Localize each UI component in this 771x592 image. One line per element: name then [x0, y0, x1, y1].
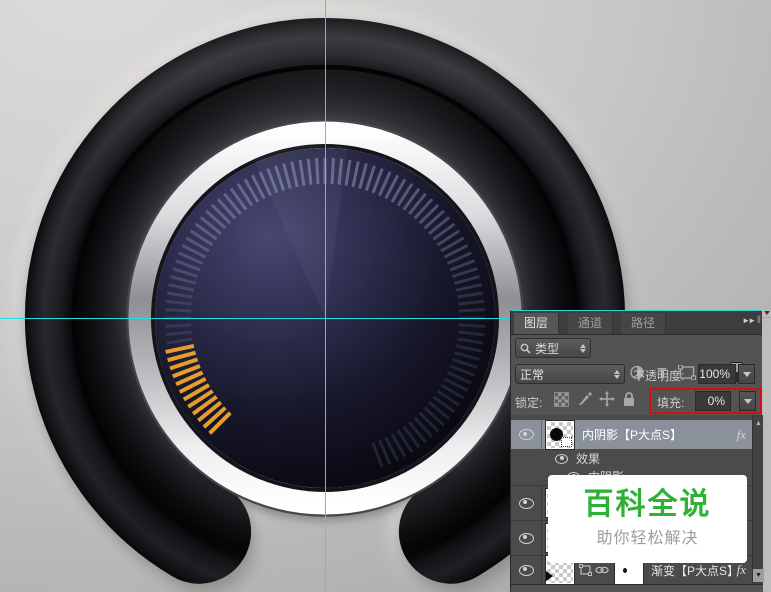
mask-dot — [623, 568, 627, 573]
link-chain-icon[interactable] — [595, 565, 609, 575]
blend-mode-dropdown[interactable]: 正常 — [515, 364, 625, 384]
tab-layers[interactable]: 图层 — [514, 313, 560, 334]
panel-divider-icon: ‖ — [756, 315, 761, 326]
updown-icon — [580, 343, 586, 353]
search-icon — [520, 343, 531, 354]
list-scrollbar[interactable]: ▲ ▼ — [752, 415, 764, 584]
layer-name: 内阴影【P大点S】 — [582, 428, 683, 442]
tab-channels[interactable]: 通道 — [568, 313, 614, 334]
effects-row[interactable]: 效果 — [511, 449, 752, 468]
blend-row: 正常 不透明度: 100% — [511, 361, 762, 387]
fill-label: 填充: — [657, 396, 685, 410]
fx-badge[interactable]: fx — [737, 427, 746, 443]
horizontal-guide-fragment — [762, 317, 771, 318]
eye-icon — [518, 429, 534, 440]
lock-label: 锁定: — [515, 396, 543, 410]
lock-position-move-icon[interactable] — [599, 391, 615, 407]
vector-mask-badge — [561, 436, 572, 447]
lock-paint-brush-icon[interactable] — [577, 391, 593, 407]
opacity-caret-button[interactable] — [738, 364, 755, 384]
canvas-strip — [762, 310, 771, 592]
vertical-guide — [325, 0, 326, 592]
chevron-down-icon[interactable] — [764, 311, 770, 315]
fill-caret-button[interactable] — [739, 391, 756, 411]
visibility-cell[interactable] — [511, 521, 542, 555]
tab-paths[interactable]: 路径 — [621, 313, 667, 334]
layer-thumbnail[interactable] — [545, 419, 575, 450]
fill-highlight-box: 填充: 0% — [649, 388, 762, 414]
panel-footer — [511, 584, 763, 592]
opacity-label: 不透明度: — [633, 369, 685, 383]
panel-collapse-icon[interactable]: ►► — [742, 316, 756, 325]
fill-value[interactable]: 0% — [695, 391, 731, 411]
eye-icon — [518, 564, 534, 576]
clip-arrow-icon — [546, 571, 553, 581]
vector-mask-icon[interactable] — [579, 564, 592, 576]
chevron-down-icon — [743, 398, 752, 404]
fx-badge[interactable]: fx — [737, 562, 746, 578]
lock-all-icon[interactable] — [622, 391, 636, 407]
updown-icon — [614, 369, 620, 379]
blend-mode-value: 正常 — [520, 367, 545, 382]
lock-row: 锁定: 填充: 0% — [511, 387, 762, 415]
eye-icon[interactable] — [555, 453, 568, 464]
photoshop-workspace: 图层 通道 路径 ►► ‖ 类型 T 正常 不透明度: 100% 锁定: 填充:… — [0, 0, 771, 592]
lock-transparency-icon[interactable] — [554, 392, 569, 407]
scroll-down-button[interactable]: ▼ — [753, 569, 764, 582]
filter-type-label: 类型 — [535, 341, 560, 356]
panel-tab-bar: 图层 通道 路径 ►► ‖ — [511, 311, 762, 335]
effects-label: 效果 — [576, 452, 601, 466]
scroll-up-button[interactable]: ▲ — [753, 417, 764, 430]
layer-row-inner-shadow[interactable]: 内阴影【P大点S】 fx — [511, 419, 752, 450]
visibility-cell[interactable] — [511, 486, 542, 520]
opacity-value[interactable]: 100% — [698, 364, 736, 384]
filter-type-dropdown[interactable]: 类型 — [515, 338, 591, 358]
watermark-title: 百科全说 — [583, 488, 712, 521]
eye-icon — [518, 532, 534, 544]
watermark-subtitle: 助你轻松解决 — [596, 530, 699, 547]
chevron-down-icon — [742, 371, 751, 377]
filter-row: 类型 T — [511, 335, 762, 382]
visibility-cell[interactable] — [511, 556, 542, 584]
layer-name: 渐变【P大点S】 — [651, 563, 740, 578]
visibility-cell[interactable] — [511, 420, 542, 449]
watermark: 百科全说 助你轻松解决 — [548, 475, 747, 563]
eye-icon — [518, 497, 534, 509]
